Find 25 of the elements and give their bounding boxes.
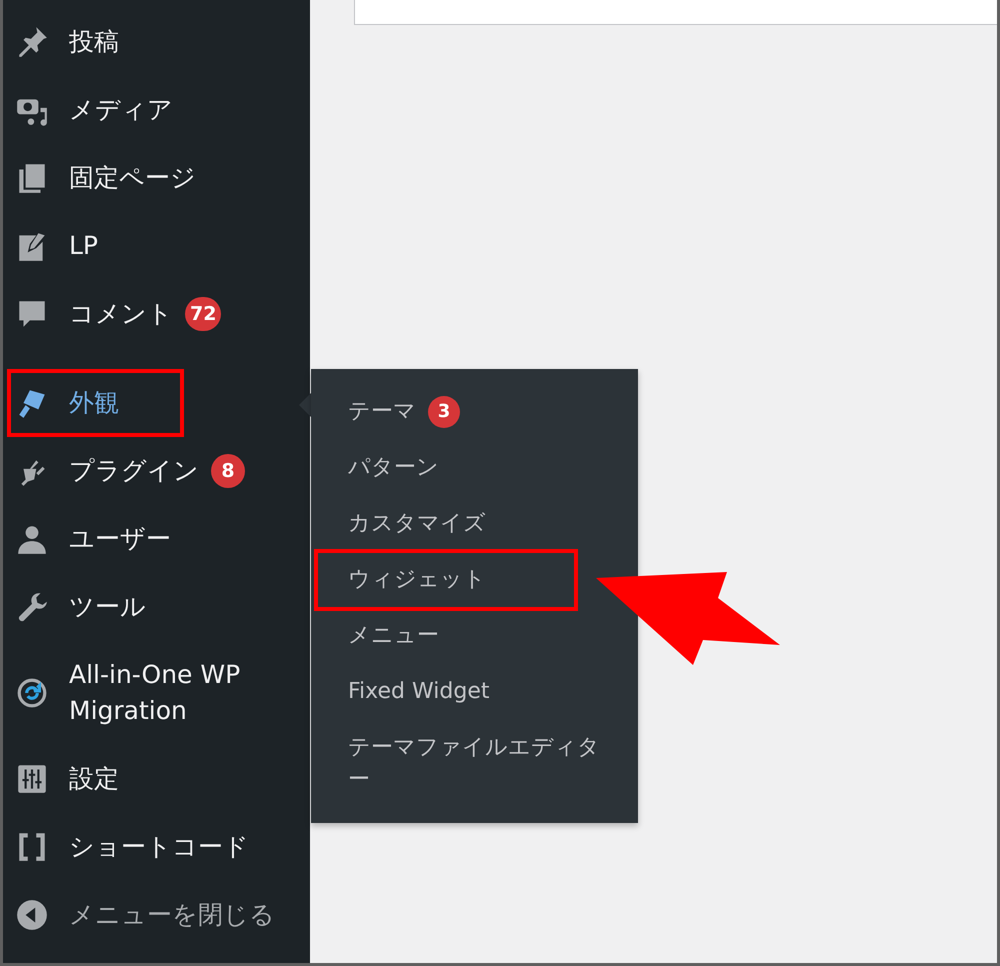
sidebar-item[interactable]: ユーザー xyxy=(3,505,310,573)
triangle-circle-icon xyxy=(15,898,49,932)
count-badge: 72 xyxy=(185,297,222,331)
sidebar-item[interactable]: 設定 xyxy=(3,745,310,813)
count-badge: 3 xyxy=(428,396,460,428)
sidebar-item[interactable]: ショートコード xyxy=(3,813,310,881)
submenu-item[interactable]: ウィジェット xyxy=(314,549,578,611)
sidebar-item[interactable]: メディア xyxy=(3,76,310,144)
submenu-item[interactable]: テーマ 3 xyxy=(311,384,638,440)
sliders-icon xyxy=(15,762,49,796)
sidebar-item[interactable]: プラグイン 8 xyxy=(3,437,310,505)
submenu-item[interactable]: メニュー xyxy=(311,608,638,664)
collapse-menu-button[interactable]: メニューを閉じる xyxy=(3,881,310,949)
submenu-item[interactable]: テーマファイルエディター xyxy=(311,720,638,808)
submenu-item[interactable]: Fixed Widget xyxy=(311,664,638,720)
sidebar-item[interactable]: 固定ページ xyxy=(3,144,310,212)
sidebar-item[interactable]: ツール xyxy=(3,573,310,641)
sidebar-item[interactable]: All-in-One WP Migration xyxy=(3,641,310,745)
submenu-item[interactable]: パターン xyxy=(311,440,638,496)
count-badge: 8 xyxy=(211,454,245,488)
sidebar-item[interactable]: 外観 xyxy=(7,369,184,437)
submenu-item[interactable]: カスタマイズ xyxy=(311,496,638,552)
sidebar-item[interactable]: 投稿 xyxy=(3,8,310,76)
sidebar-item[interactable]: コメント 72 xyxy=(3,280,310,348)
sidebar-item[interactable]: LP xyxy=(3,212,310,280)
